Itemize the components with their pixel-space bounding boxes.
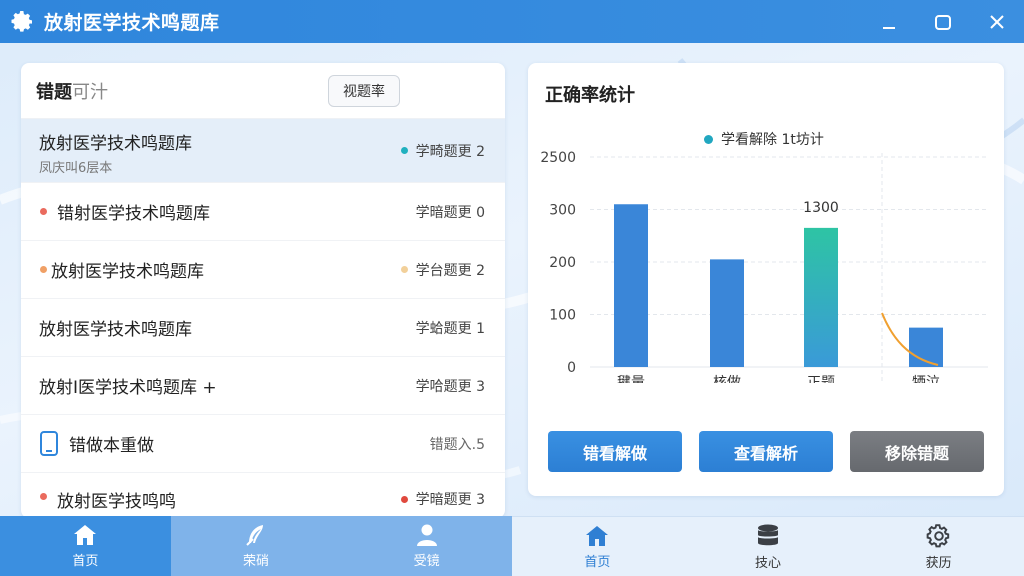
list-item-count: 学台题更 2 — [400, 260, 485, 280]
window-title: 放射医学技术鸣题库 — [44, 12, 220, 34]
status-dot — [400, 495, 408, 503]
list-item-count-text: 学畸题更 2 — [415, 143, 485, 160]
list-item-title: 放射医学技术鸣题库 — [51, 262, 204, 282]
list-item-title: 错射医学技术鸣题库 — [57, 204, 210, 224]
y-tick-label: 0 — [567, 360, 576, 376]
x-tick-label: 毽量 — [617, 374, 645, 383]
panel-header: 错题可汁 视题率 — [21, 63, 505, 119]
list-item-title: 放射医学技术鸣题库 — [39, 134, 192, 154]
home-icon — [74, 525, 97, 545]
list-item[interactable]: 放射医学技术鸣题库 学台题更 2 — [21, 241, 505, 299]
list-item-count: 学哈题更 3 — [416, 376, 485, 396]
maximize-icon[interactable] — [916, 0, 970, 43]
tab-label: 受镜 — [413, 554, 440, 569]
status-dot — [40, 493, 47, 500]
sort-button[interactable]: 视题率 — [328, 75, 400, 107]
tab-core[interactable]: 技心 — [683, 517, 854, 576]
tab-profile[interactable]: 受镜 — [341, 516, 513, 576]
remove-wrong-button[interactable]: 移除错题 — [850, 431, 984, 472]
list-item-title: 放射医学技鸣鸣 — [57, 492, 176, 512]
list-item-count-text: 学台题更 2 — [415, 262, 485, 279]
panel-title-main: 错题 — [36, 81, 72, 103]
list-item-count-text: 学暗题更 3 — [415, 492, 485, 508]
home-icon — [586, 525, 609, 546]
accuracy-bar-chart: 0 100 200 300 2500 毽量 核做 正题 1300 牺泣 — [540, 150, 988, 383]
data-label: 1300 — [803, 200, 839, 216]
gear-icon — [926, 523, 949, 547]
list-item[interactable]: 放射医学技术鸣题库 凤庆叫6层本 学畸题更 2 — [21, 119, 505, 183]
list-item-count-text: 错题入.5 — [429, 436, 485, 453]
close-icon[interactable] — [970, 0, 1024, 43]
view-analysis-button[interactable]: 查看解析 — [699, 431, 833, 472]
wrong-question-panel: 错题可汁 视题率 放射医学技术鸣题库 凤庆叫6层本 学畸题更 2 错射医学技术鸣… — [21, 63, 505, 518]
view-wrong-button[interactable]: 错看解做 — [548, 431, 682, 472]
list-item-title: 放射I医学技术鸣题库 + — [39, 378, 217, 398]
y-tick-label: 300 — [549, 203, 576, 219]
status-dot — [400, 266, 408, 273]
list-item[interactable]: 放射医学技术鸣题库 学蛤题更 1 — [21, 299, 505, 357]
list-item-count-text: 学蛤题更 1 — [415, 320, 485, 337]
status-dot — [40, 266, 47, 273]
chart-bar — [804, 227, 838, 367]
bottom-nav-right: 首页 技心 获历 — [512, 516, 1024, 576]
status-dot — [400, 147, 408, 154]
gear-icon — [10, 9, 36, 35]
list-item-count-text: 学哈题更 3 — [415, 378, 485, 395]
x-tick-label: 核做 — [713, 375, 741, 383]
list-item-count-text: 学暗题更 0 — [415, 204, 485, 221]
tab-label: 首页 — [584, 554, 611, 570]
y-tick-label: 100 — [549, 308, 576, 324]
stats-title: 正确率统计 — [545, 85, 635, 106]
list-item-title: 放射医学技术鸣题库 — [39, 320, 192, 340]
phone-icon — [40, 430, 58, 456]
tab-label: 首页 — [72, 554, 99, 569]
list-item[interactable]: 放射I医学技术鸣题库 + 学哈题更 3 — [21, 357, 505, 415]
user-icon — [416, 524, 437, 546]
chart-bar — [614, 204, 648, 367]
tab-home[interactable]: 首页 — [0, 516, 171, 576]
list-item[interactable]: 错射医学技术鸣题库 学暗题更 0 — [21, 183, 505, 241]
panel-title: 错题可汁 — [36, 78, 108, 104]
tab-label: 获历 — [925, 555, 952, 571]
minimize-icon[interactable] — [862, 0, 916, 43]
x-tick-label: 正题 — [807, 375, 835, 383]
list-item-count: 学暗题更 3 — [400, 489, 485, 509]
title-bar: 放射医学技术鸣题库 — [0, 0, 1024, 43]
chart-bar — [710, 259, 744, 367]
y-tick-label: 2500 — [540, 150, 576, 166]
tab-notes[interactable]: 荣硝 — [170, 516, 342, 576]
accuracy-stats-panel: 正确率统计 学看解除 1t坊计 0 100 200 300 2500 毽量 核做 正题 1300… — [528, 63, 1004, 496]
list-item[interactable]: 放射医学技鸣鸣 学暗题更 3 — [21, 473, 505, 518]
list-item-count: 学蛤题更 1 — [416, 318, 485, 338]
x-tick-label: 牺泣 — [912, 375, 940, 383]
y-tick-label: 200 — [549, 255, 576, 271]
list-item-count: 学畸题更 2 — [400, 141, 485, 161]
list-item[interactable]: 错做本重做 错题入.5 — [21, 415, 505, 473]
list-item-subtitle: 凤庆叫6层本 — [39, 161, 113, 176]
list-item-count: 学暗题更 0 — [416, 202, 485, 222]
database-icon — [758, 524, 778, 545]
bottom-nav-left: 首页 荣硝 受镜 — [0, 516, 513, 576]
list-item-title: 错做本重做 — [69, 436, 154, 456]
list-item-count: 错题入.5 — [430, 434, 485, 454]
panel-title-suffix: 可汁 — [72, 81, 108, 103]
tab-label: 荣硝 — [243, 554, 270, 569]
tab-home[interactable]: 首页 — [512, 517, 683, 576]
tab-history[interactable]: 获历 — [853, 517, 1024, 576]
feather-icon — [246, 525, 263, 546]
status-dot — [40, 208, 47, 215]
tab-label: 技心 — [755, 555, 782, 571]
